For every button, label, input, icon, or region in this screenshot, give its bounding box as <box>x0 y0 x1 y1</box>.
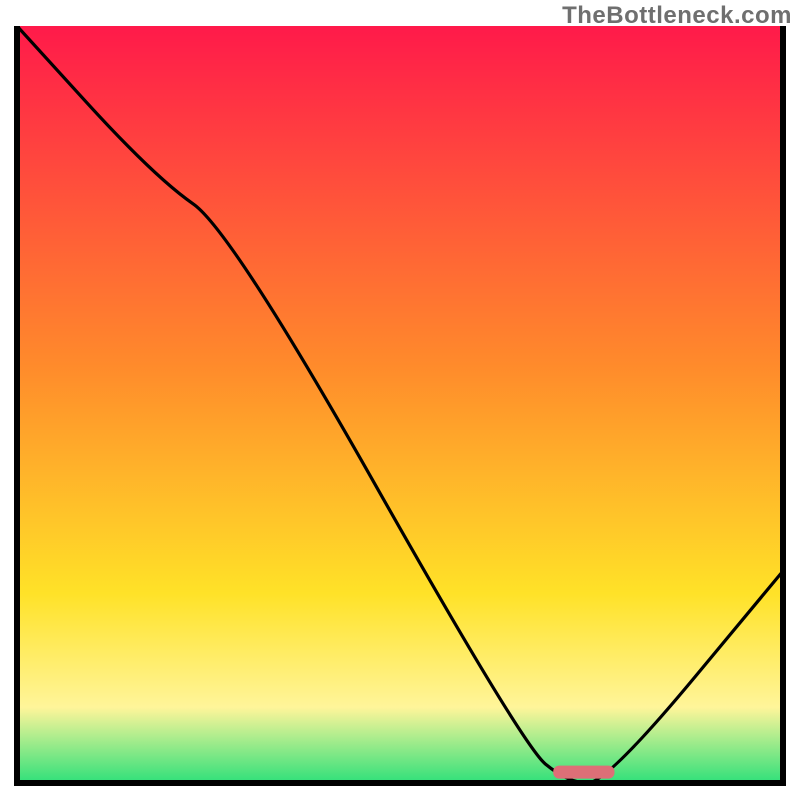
optimum-marker <box>553 766 614 779</box>
bottleneck-chart <box>0 26 800 800</box>
chart-stage: TheBottleneck.com <box>0 0 800 800</box>
chart-gradient-bg <box>17 26 783 783</box>
